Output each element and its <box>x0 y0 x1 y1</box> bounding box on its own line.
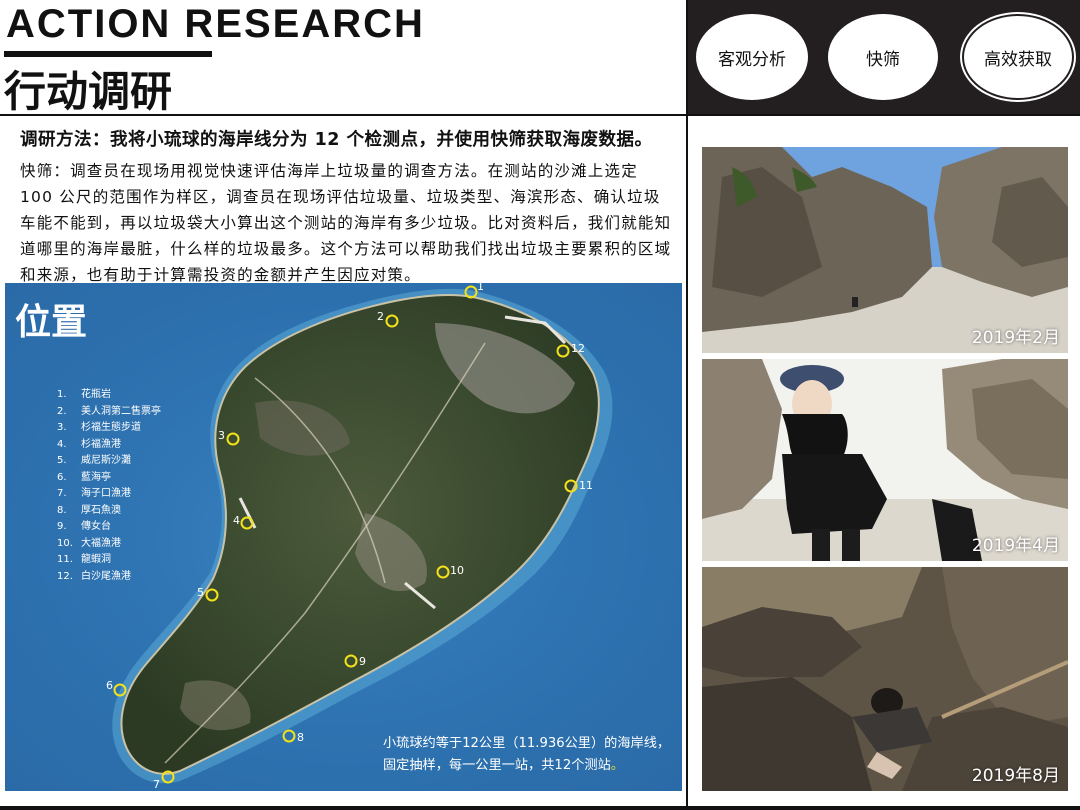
map-marker-label: 6 <box>106 679 113 692</box>
map-marker-label: 9 <box>359 655 366 668</box>
island-map: 1 2 3 4 5 6 7 8 9 10 11 12 位置 1. 花瓶岩 2. 美人… <box>5 283 682 791</box>
photo-date-label: 2019年2月 <box>971 328 1060 348</box>
photo-aug-2019: 2019年8月 <box>702 567 1068 791</box>
map-marker-label: 4 <box>233 514 240 527</box>
map-marker-label: 7 <box>153 778 160 791</box>
title-underline <box>4 51 212 57</box>
method-body: 快筛：调查员在现场用视觉快速评估海岸上垃圾量的调查方法。在测站的沙滩上选定 10… <box>20 162 672 284</box>
legend-item: 3. 杉福生態步道 <box>57 422 141 433</box>
tag-efficient-acquisition: 高效获取 <box>962 14 1074 100</box>
map-marker-label: 11 <box>579 479 593 492</box>
method-heading: 调研方法：我将小琉球的海岸线分为 12 个检测点，并使用快筛获取海废数据。 <box>20 130 653 150</box>
map-marker-label: 12 <box>571 342 585 355</box>
tag-quick-screen: 快筛 <box>828 14 938 100</box>
legend-item: 6. 藍海亭 <box>57 471 111 483</box>
page-title-cn: 行动调研 <box>4 67 173 116</box>
photo-feb-2019: 2019年2月 <box>702 147 1068 353</box>
legend-item: 11. 龍蝦洞 <box>57 554 111 565</box>
photo-date-label: 2019年8月 <box>971 766 1060 786</box>
frame-divider-vertical <box>686 0 688 810</box>
map-marker-8: 8 <box>282 729 304 744</box>
map-title: 位置 <box>15 302 88 343</box>
legend-item: 9. 傳女台 <box>57 521 111 532</box>
photo-apr-2019: 2019年4月 <box>702 359 1068 561</box>
tag-panel: 客观分析 快筛 高效获取 <box>688 0 1080 114</box>
station-legend: 1. 花瓶岩 2. 美人洞第二售票亭 3. 杉福生態步道 4. 杉福漁港 5. 威尼斯沙灘… <box>57 387 161 585</box>
map-marker-label: 8 <box>297 731 304 744</box>
frame-bottom-border <box>0 806 1080 810</box>
page-title-en: ACTION RESEARCH <box>6 2 425 46</box>
tag-objective-analysis: 客观分析 <box>696 14 808 100</box>
legend-item: 1. 花瓶岩 <box>57 389 111 400</box>
map-marker-label: 2 <box>377 310 384 323</box>
legend-item: 12. 白沙尾漁港 <box>57 570 131 582</box>
legend-item: 4. 杉福漁港 <box>57 438 121 450</box>
legend-item: 7. 海子口漁港 <box>57 488 131 499</box>
photo-researcher-climbing-image <box>702 567 1068 791</box>
map-marker-label: 1 <box>477 283 484 293</box>
legend-item: 10. 大福漁港 <box>57 537 121 549</box>
map-caption: 小琉球约等于12公里（11.936公里）的海岸线，固定抽样，每一公里一站，共12… <box>383 736 671 773</box>
photo-date-label: 2019年4月 <box>971 536 1060 556</box>
frame-divider-horizontal <box>0 114 1080 116</box>
map-marker-label: 3 <box>218 429 225 442</box>
map-marker-label: 10 <box>450 564 464 577</box>
legend-item: 2. 美人洞第二售票亭 <box>57 405 161 417</box>
legend-item: 8. 厚石魚澳 <box>57 504 121 516</box>
map-marker-label: 5 <box>197 586 204 599</box>
legend-item: 5. 威尼斯沙灘 <box>57 455 131 466</box>
